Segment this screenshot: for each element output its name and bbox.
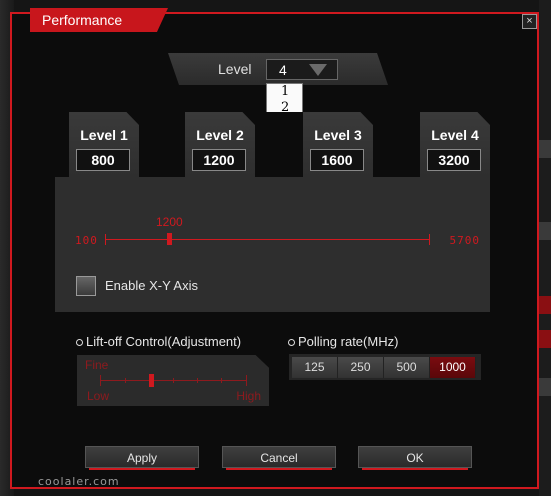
polling-rate-250[interactable]: 250 [338, 357, 384, 378]
level-label: Level [218, 61, 252, 77]
level-dropdown[interactable]: 4 [266, 59, 338, 80]
slider-tick [197, 378, 198, 383]
watermark: coolaler.com [38, 475, 120, 488]
dpi-current-label: 1200 [156, 215, 183, 229]
slider-tick [125, 378, 126, 383]
lift-off-thumb[interactable] [149, 374, 154, 387]
radio-dot-icon [288, 339, 295, 347]
level-tab-name: Level 3 [314, 127, 362, 143]
lift-off-low-label: Low [87, 389, 110, 403]
xy-axis-checkbox[interactable] [76, 276, 96, 296]
slider-end-tick [246, 375, 247, 386]
slider-tick [173, 378, 174, 383]
level-selector: Level 4 [168, 53, 388, 85]
level-dropdown-value: 4 [279, 62, 287, 78]
level-tab-2[interactable]: Level 2 1200 [185, 112, 255, 177]
background-chip [539, 296, 551, 314]
level-tab-name: Level 2 [196, 127, 244, 143]
dpi-levels-panel: Level 1 800 Level 2 1200 Level 3 1600 Le… [55, 112, 490, 312]
lift-off-title: Lift-off Control(Adjustment) [76, 334, 241, 349]
level-tab-3[interactable]: Level 3 1600 [303, 112, 373, 177]
dpi-slider-track[interactable] [105, 239, 430, 240]
ok-button[interactable]: OK [358, 446, 472, 470]
level-tab-4[interactable]: Level 4 3200 [420, 112, 490, 177]
window-title-tab: Performance [30, 8, 168, 32]
background-right-strip [539, 0, 551, 496]
slider-end-tick [105, 234, 106, 245]
level-tab-1[interactable]: Level 1 800 [69, 112, 139, 177]
dpi-slider-thumb[interactable] [167, 233, 172, 245]
xy-axis-label: Enable X-Y Axis [105, 278, 198, 293]
polling-rate-1000[interactable]: 1000 [430, 357, 476, 378]
level-value-field[interactable]: 800 [76, 149, 130, 171]
window-title: Performance [42, 12, 123, 28]
slider-end-tick [429, 234, 430, 245]
dpi-slider[interactable]: 100 1200 5700 [75, 215, 480, 260]
polling-rate-title: Polling rate(MHz) [288, 334, 398, 349]
polling-rate-group: 125 250 500 1000 [289, 354, 481, 380]
chevron-down-icon[interactable] [309, 64, 327, 76]
cancel-button[interactable]: Cancel [222, 446, 336, 470]
radio-dot-icon [76, 339, 83, 347]
dpi-min-label: 100 [75, 234, 98, 247]
lift-off-title-text: Lift-off Control(Adjustment) [86, 334, 242, 349]
polling-rate-500[interactable]: 500 [384, 357, 430, 378]
background-chip [539, 378, 551, 396]
level-value-field[interactable]: 3200 [427, 149, 481, 171]
level-value-field[interactable]: 1200 [192, 149, 246, 171]
slider-end-tick [100, 375, 101, 386]
slider-tick [221, 378, 222, 383]
level-value-field[interactable]: 1600 [310, 149, 364, 171]
dpi-max-label: 5700 [449, 234, 480, 247]
level-option-1[interactable]: 1 [267, 84, 302, 100]
lift-off-slider-box: Fine Low High [77, 355, 269, 406]
lift-off-high-label: High [236, 389, 261, 403]
level-tab-name: Level 4 [431, 127, 479, 143]
background-chip [539, 330, 551, 348]
background-chip [539, 222, 551, 240]
close-button[interactable]: × [522, 14, 537, 29]
apply-button[interactable]: Apply [85, 446, 199, 470]
level-tab-name: Level 1 [80, 127, 128, 143]
lift-off-fine-label: Fine [85, 358, 109, 372]
background-chip [539, 140, 551, 158]
polling-rate-title-text: Polling rate(MHz) [298, 334, 399, 349]
polling-rate-125[interactable]: 125 [292, 357, 338, 378]
